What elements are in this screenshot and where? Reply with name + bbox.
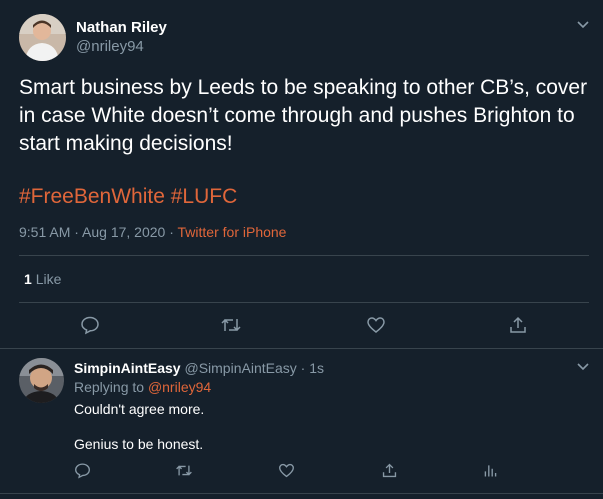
- share-icon[interactable]: [507, 314, 529, 336]
- divider: [0, 348, 603, 349]
- likes-summary[interactable]: 1 Like: [24, 271, 61, 287]
- retweet-icon[interactable]: [175, 461, 193, 479]
- reply-text-line-1: Couldn't agree more.: [74, 401, 205, 417]
- divider: [19, 255, 589, 256]
- replying-to: Replying to @nriley94: [74, 379, 211, 395]
- likes-count: 1: [24, 271, 32, 287]
- reply-text-line-2: Genius to be honest.: [74, 436, 204, 452]
- replying-to-label: Replying to: [74, 379, 148, 395]
- like-icon[interactable]: [365, 314, 387, 336]
- tweet-hashtags: #FreeBenWhite #LUFC: [19, 183, 237, 211]
- retweet-icon[interactable]: [220, 314, 242, 336]
- tweet-meta: 9:51 AM · Aug 17, 2020 · Twitter for iPh…: [19, 224, 286, 240]
- reply-header: SimpinAintEasy @SimpinAintEasy · 1s: [74, 360, 324, 376]
- replying-to-handle[interactable]: @nriley94: [148, 379, 211, 395]
- divider: [0, 493, 603, 494]
- author-name[interactable]: Nathan Riley: [76, 19, 167, 36]
- reply-author-avatar[interactable]: [19, 358, 64, 403]
- likes-label: Like: [35, 271, 62, 287]
- reply-icon[interactable]: [79, 314, 101, 336]
- analytics-icon[interactable]: [481, 461, 499, 479]
- caret-down-icon[interactable]: [576, 20, 590, 30]
- tweet-text: Smart business by Leeds to be speaking t…: [19, 76, 588, 155]
- reply-time[interactable]: · 1s: [301, 360, 324, 376]
- author-avatar[interactable]: [19, 14, 66, 61]
- share-icon[interactable]: [380, 461, 398, 479]
- hashtag-lufc[interactable]: #LUFC: [171, 185, 238, 208]
- like-icon[interactable]: [277, 461, 295, 479]
- caret-down-icon[interactable]: [576, 362, 590, 372]
- reply-author-handle[interactable]: @SimpinAintEasy: [184, 360, 296, 376]
- reply-icon[interactable]: [73, 461, 91, 479]
- reply-author-name[interactable]: SimpinAintEasy: [74, 360, 181, 376]
- tweet-source[interactable]: Twitter for iPhone: [178, 224, 287, 240]
- divider: [19, 302, 589, 303]
- hashtag-freebenwhite[interactable]: #FreeBenWhite: [19, 185, 165, 208]
- author-handle[interactable]: @nriley94: [76, 38, 144, 55]
- tweet-timestamp[interactable]: 9:51 AM · Aug 17, 2020 ·: [19, 224, 178, 240]
